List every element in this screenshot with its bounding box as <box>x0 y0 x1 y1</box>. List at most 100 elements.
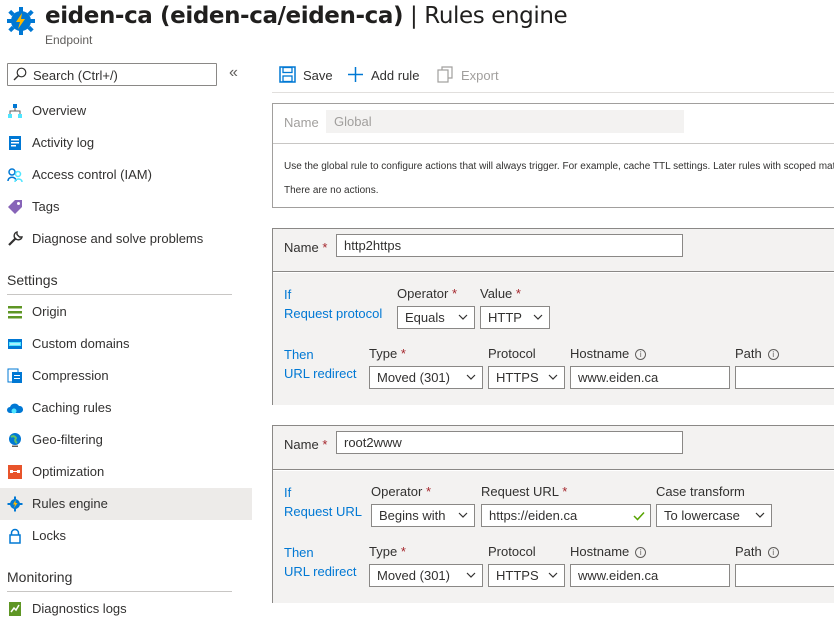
rule2-protocol-select[interactable]: HTTPS <box>488 564 565 587</box>
globe-icon <box>9 433 21 447</box>
custom-domains-icon <box>8 339 22 349</box>
required-marker: * <box>562 484 568 499</box>
rule1-name-input[interactable]: http2https <box>336 234 683 257</box>
rule1-path-label: Path i <box>735 346 779 361</box>
rule1-type-value: Moved (301) <box>377 370 450 385</box>
rule1-name-label: Name * <box>284 240 327 255</box>
rule2-operator-label-text: Operator <box>371 484 423 499</box>
chevron-down-icon <box>466 374 476 380</box>
page-subtitle: Endpoint <box>45 33 93 47</box>
nav-label: Optimization <box>32 464 105 479</box>
global-rule-card: Name Global Use the global rule to confi… <box>272 103 834 208</box>
chevron-down-icon <box>458 314 468 320</box>
page-header: eiden-ca (eiden-ca/eiden-ca) | Rules eng… <box>6 0 834 50</box>
rule2-hostname-input[interactable]: www.eiden.ca <box>570 564 730 587</box>
rule2-condition-label[interactable]: Request URL <box>284 504 362 519</box>
search-input[interactable]: Search (Ctrl+/) <box>7 63 217 86</box>
rule2-body: If Request URL Operator * Begins with Re… <box>273 471 834 603</box>
overview-icon <box>8 104 22 118</box>
nav-label: Overview <box>32 103 87 118</box>
chevron-down-icon <box>548 374 558 380</box>
nav-item-diagnose[interactable]: Diagnose and solve problems <box>0 223 252 255</box>
rule2-hostname-label-text: Hostname <box>570 544 630 559</box>
rule1-name-label-text: Name <box>284 240 319 255</box>
export-label: Export <box>461 68 499 83</box>
rule2-operator-select[interactable]: Begins with <box>371 504 475 527</box>
nav-item-compression[interactable]: Compression <box>0 360 252 392</box>
global-no-actions: There are no actions. <box>284 185 379 196</box>
search-placeholder: Search (Ctrl+/) <box>33 68 118 83</box>
nav-label: Compression <box>32 368 109 383</box>
nav-label: Caching rules <box>32 400 112 415</box>
required-marker: * <box>322 437 328 452</box>
nav-label: Locks <box>32 528 66 543</box>
rule1-value-select[interactable]: HTTP <box>480 306 550 329</box>
nav-item-caching-rules[interactable]: Caching rules <box>0 392 252 424</box>
rule1-path-input[interactable] <box>735 366 834 389</box>
rule2-operator-label: Operator * <box>371 484 431 499</box>
rule2-path-input[interactable] <box>735 564 834 587</box>
rule1-condition-label[interactable]: Request protocol <box>284 306 382 321</box>
chevron-down-icon <box>533 314 543 320</box>
nav-item-geo-filtering[interactable]: Geo-filtering <box>0 424 252 456</box>
nav-item-optimization[interactable]: Optimization <box>0 456 252 488</box>
rule1-header: Name * http2https <box>273 229 834 272</box>
global-name-input[interactable]: Global <box>326 110 684 133</box>
global-rule-description: Use the global rule to configure actions… <box>284 161 834 172</box>
global-name-label: Name <box>284 115 319 130</box>
required-marker: * <box>515 286 521 301</box>
nav-item-tags[interactable]: Tags <box>0 191 252 223</box>
rule2-type-select[interactable]: Moved (301) <box>369 564 483 587</box>
rule2-request-url-input[interactable]: https://eiden.ca <box>481 504 651 527</box>
diagnostics-logs-icon <box>9 602 21 616</box>
rule1-action-label[interactable]: URL redirect <box>284 366 356 381</box>
nav-item-origin[interactable]: Origin <box>0 296 252 328</box>
title-separator: | <box>403 3 425 29</box>
rule2-action-label[interactable]: URL redirect <box>284 564 356 579</box>
optimization-icon <box>8 465 22 479</box>
rule1-protocol-value: HTTPS <box>496 370 539 385</box>
blade-name: Rules engine <box>424 3 568 29</box>
collapse-menu-button[interactable]: « <box>229 64 238 82</box>
rule2-request-url-value: https://eiden.ca <box>489 508 578 523</box>
chevron-down-icon <box>466 572 476 578</box>
add-rule-label: Add rule <box>371 68 420 83</box>
monitoring-divider <box>7 591 232 592</box>
nav-item-diagnostics-logs[interactable]: Diagnostics logs <box>0 593 252 625</box>
rule1-hostname-input[interactable]: www.eiden.ca <box>570 366 730 389</box>
nav-item-access-control[interactable]: Access control (IAM) <box>0 159 252 191</box>
info-icon[interactable]: i <box>635 547 647 558</box>
info-icon[interactable]: i <box>767 547 779 558</box>
nav-item-locks[interactable]: Locks <box>0 520 252 552</box>
nav-item-activity-log[interactable]: Activity log <box>0 127 252 159</box>
rule2-header: Name * root2www <box>273 426 834 470</box>
nav-item-overview[interactable]: Overview <box>0 95 252 127</box>
rule2-name-input[interactable]: root2www <box>336 431 683 454</box>
info-icon[interactable]: i <box>635 349 647 360</box>
rule1-hostname-label-text: Hostname <box>570 346 630 361</box>
rule1-type-label-text: Type <box>369 346 398 361</box>
page-title: eiden-ca (eiden-ca/eiden-ca) | Rules eng… <box>45 3 568 29</box>
plus-icon <box>348 67 363 82</box>
tag-icon <box>8 200 22 214</box>
rule1-then-label: Then <box>284 347 314 362</box>
required-marker: * <box>400 346 406 361</box>
checkmark-icon <box>633 511 645 521</box>
compression-icon <box>7 368 22 383</box>
rule2-if-label: If <box>284 485 292 500</box>
rule1-protocol-select[interactable]: HTTPS <box>488 366 565 389</box>
rule1-value-value: HTTP <box>488 310 522 325</box>
rule2-case-select[interactable]: To lowercase <box>656 504 772 527</box>
activity-log-icon <box>9 136 21 150</box>
rule1-type-select[interactable]: Moved (301) <box>369 366 483 389</box>
nav-item-rules-engine[interactable]: Rules engine <box>0 488 252 520</box>
rule2-case-label: Case transform <box>656 484 745 499</box>
info-icon[interactable]: i <box>767 349 779 360</box>
toolbar-divider <box>272 92 834 93</box>
rule2-hostname-label: Hostname i <box>570 544 647 559</box>
nav-item-custom-domains[interactable]: Custom domains <box>0 328 252 360</box>
rule1-operator-select[interactable]: Equals <box>397 306 475 329</box>
nav-label: Geo-filtering <box>32 432 103 447</box>
wrench-icon <box>8 231 23 246</box>
rule1-value-label: Value * <box>480 286 521 301</box>
